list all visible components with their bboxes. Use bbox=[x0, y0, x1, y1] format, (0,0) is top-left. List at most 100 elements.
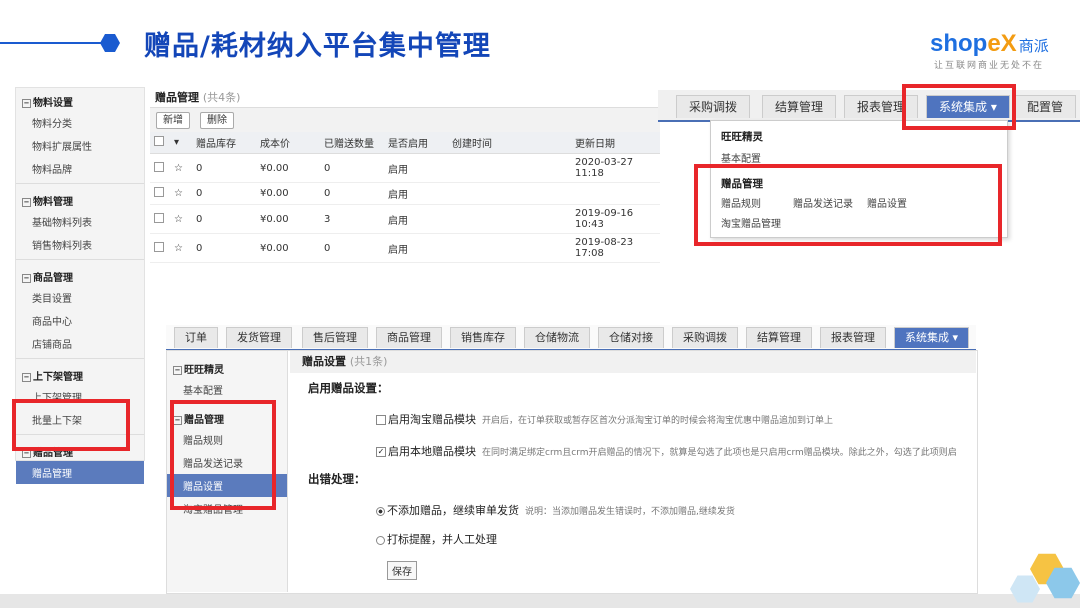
sidebar-item[interactable]: 物料分类 bbox=[16, 111, 144, 134]
row-checkbox[interactable] bbox=[154, 161, 164, 172]
column-header[interactable]: 更新日期 bbox=[571, 132, 660, 154]
dropdown-item-basic-config[interactable]: 基本配置 bbox=[721, 150, 761, 165]
column-header[interactable]: 已赠送数量 bbox=[320, 132, 384, 154]
star-icon[interactable]: ☆ bbox=[170, 153, 192, 183]
cell: 0 bbox=[320, 182, 384, 205]
star-icon[interactable]: ☆ bbox=[170, 233, 192, 263]
slide-title: 赠品/耗材纳入平台集中管理 bbox=[144, 31, 491, 62]
table-row[interactable]: ☆ 0 ¥0.00 0 启用 2020-03-27 11:18 bbox=[150, 153, 660, 183]
local-gift-option[interactable]: ✓ 启用本地赠品模块 在同时满足绑定crm且crm开启赠品的情况下，就算是勾选了此项… bbox=[376, 443, 957, 459]
select-all-checkbox[interactable] bbox=[154, 136, 164, 146]
tab-orders[interactable]: 订单 bbox=[174, 327, 218, 348]
sidebar-group-material-settings[interactable]: − 物料设置 bbox=[16, 88, 144, 111]
column-header[interactable]: 赠品库存 bbox=[192, 132, 256, 154]
sidebar-item[interactable]: 类目设置 bbox=[16, 286, 144, 309]
tab-products[interactable]: 商品管理 bbox=[376, 327, 442, 348]
star-icon[interactable]: ☆ bbox=[170, 182, 192, 205]
title-line-decoration bbox=[0, 42, 104, 44]
delete-button[interactable]: 删除 bbox=[200, 112, 234, 129]
sidebar-item[interactable]: 销售物料列表 bbox=[16, 233, 144, 256]
option-label: 启用本地赠品模块 bbox=[388, 445, 476, 458]
tab-reports[interactable]: 报表管理 bbox=[820, 327, 886, 348]
cell: 0 bbox=[192, 204, 256, 234]
tab-settlement[interactable]: 结算管理 bbox=[762, 95, 837, 118]
sidebar-group-wangwang[interactable]: − 旺旺精灵 bbox=[167, 351, 287, 378]
tab-warehouse-logistics[interactable]: 仓储物流 bbox=[524, 327, 590, 348]
sort-icon[interactable]: ▾ bbox=[170, 132, 192, 154]
cell: 0 bbox=[320, 153, 384, 183]
save-button[interactable]: 保存 bbox=[387, 561, 417, 580]
column-header[interactable]: 成本价 bbox=[256, 132, 320, 154]
sidebar-item-gift-management[interactable]: 赠品管理 bbox=[16, 461, 144, 484]
cell bbox=[448, 182, 571, 205]
option-label: 启用淘宝赠品模块 bbox=[388, 413, 476, 426]
tab-system-integration[interactable]: 系统集成 ▾ bbox=[894, 327, 970, 348]
footer-bar bbox=[0, 594, 1080, 608]
tab-config[interactable]: 配置管 bbox=[1014, 95, 1077, 118]
cell: 2020-03-27 11:18 bbox=[571, 153, 660, 183]
top-nav-bar: 采购调拨 结算管理 报表管理 系统集成 ▾ 配置管 bbox=[658, 90, 1080, 122]
gift-table-toolbar: 新增 删除 bbox=[150, 107, 660, 132]
sidebar-item[interactable]: 物料品牌 bbox=[16, 157, 144, 180]
divider bbox=[16, 259, 144, 260]
highlight-box bbox=[902, 84, 1016, 130]
no-gift-continue-option[interactable]: 不添加赠品，继续审单发货 说明：当添加赠品发生错误时，不添加赠品,继续发货 bbox=[376, 502, 735, 518]
radio-unselected[interactable] bbox=[376, 535, 385, 545]
gift-table: ▾ 赠品库存 成本价 已赠送数量 是否启用 创建时间 更新日期 ☆ 0 ¥0.00… bbox=[150, 132, 660, 263]
sidebar-group-material-management[interactable]: − 物料管理 bbox=[16, 187, 144, 210]
tab-settlement[interactable]: 结算管理 bbox=[746, 327, 812, 348]
hexagon-icon bbox=[100, 34, 120, 52]
tab-warehouse-integration[interactable]: 仓储对接 bbox=[598, 327, 664, 348]
logo-tagline: 让互联网商业无处不在 bbox=[934, 61, 1045, 71]
radio-selected[interactable] bbox=[376, 506, 385, 516]
collapse-icon: − bbox=[22, 197, 31, 207]
sidebar-group-product-management[interactable]: − 商品管理 bbox=[16, 263, 144, 286]
cell: 启用 bbox=[384, 204, 448, 234]
table-row[interactable]: ☆ 0 ¥0.00 0 启用 2019-08-23 17:08 bbox=[150, 233, 660, 263]
option-note: 说明：当添加赠品发生错误时，不添加赠品,继续发货 bbox=[525, 507, 735, 517]
tab-purchase-transfer[interactable]: 采购调拨 bbox=[676, 95, 751, 118]
sidebar-item[interactable]: 店铺商品 bbox=[16, 332, 144, 355]
table-header-row: ▾ 赠品库存 成本价 已赠送数量 是否启用 创建时间 更新日期 bbox=[150, 132, 660, 154]
tab-sales-inventory[interactable]: 销售库存 bbox=[450, 327, 516, 348]
bottom-nav-bar: 订单 发货管理 售后管理 商品管理 销售库存 仓储物流 仓储对接 采购调拨 结算… bbox=[166, 325, 976, 351]
collapse-icon: − bbox=[22, 98, 31, 108]
row-checkbox[interactable] bbox=[154, 187, 164, 197]
cell: ¥0.00 bbox=[256, 153, 320, 183]
cell: 启用 bbox=[384, 153, 448, 183]
option-label: 不添加赠品，继续审单发货 bbox=[387, 504, 519, 517]
column-header[interactable]: 创建时间 bbox=[448, 132, 571, 154]
dropdown-group-wangwang: 旺旺精灵 bbox=[721, 131, 763, 143]
mark-manual-option[interactable]: 打标提醒，并人工处理 bbox=[376, 531, 497, 547]
sidebar-item[interactable]: 基础物料列表 bbox=[16, 210, 144, 233]
table-row[interactable]: ☆ 0 ¥0.00 3 启用 2019-09-16 10:43 bbox=[150, 204, 660, 234]
column-header[interactable]: 是否启用 bbox=[384, 132, 448, 154]
add-button[interactable]: 新增 bbox=[156, 112, 190, 129]
sidebar-group-listing-management[interactable]: − 上下架管理 bbox=[16, 362, 144, 385]
taobao-gift-checkbox[interactable] bbox=[376, 415, 386, 425]
star-icon[interactable]: ☆ bbox=[170, 204, 192, 234]
taobao-gift-option[interactable]: 启用淘宝赠品模块 开启后，在订单获取或暂存区首次分派淘宝订单的时候会将淘宝优惠中赠… bbox=[376, 411, 833, 427]
sidebar-item[interactable]: 商品中心 bbox=[16, 309, 144, 332]
cell: 0 bbox=[192, 182, 256, 205]
sidebar-item-basic-config[interactable]: 基本配置 bbox=[167, 378, 287, 401]
sidebar-item[interactable]: 物料扩展属性 bbox=[16, 134, 144, 157]
table-row[interactable]: ☆ 0 ¥0.00 0 启用 bbox=[150, 182, 660, 205]
enable-gift-section-title: 启用赠品设置： bbox=[308, 381, 389, 395]
row-checkbox[interactable] bbox=[154, 241, 164, 252]
row-checkbox[interactable] bbox=[154, 212, 164, 223]
cell: ¥0.00 bbox=[256, 182, 320, 205]
cell: 3 bbox=[320, 204, 384, 234]
tab-after-sales[interactable]: 售后管理 bbox=[302, 327, 368, 348]
tab-shipping[interactable]: 发货管理 bbox=[226, 327, 292, 348]
divider bbox=[16, 358, 144, 359]
highlight-box bbox=[170, 400, 276, 510]
gift-table-title: 赠品管理 (共4条) bbox=[155, 91, 241, 104]
local-gift-checkbox[interactable]: ✓ bbox=[376, 447, 386, 457]
highlight-box bbox=[12, 399, 130, 451]
collapse-icon: − bbox=[173, 365, 182, 375]
option-note: 在同时满足绑定crm且crm开启赠品的情况下，就算是勾选了此项也是只启用crm赠… bbox=[482, 448, 957, 458]
tab-purchase-transfer[interactable]: 采购调拨 bbox=[672, 327, 738, 348]
collapse-icon: − bbox=[22, 273, 31, 283]
option-label: 打标提醒，并人工处理 bbox=[387, 533, 497, 546]
